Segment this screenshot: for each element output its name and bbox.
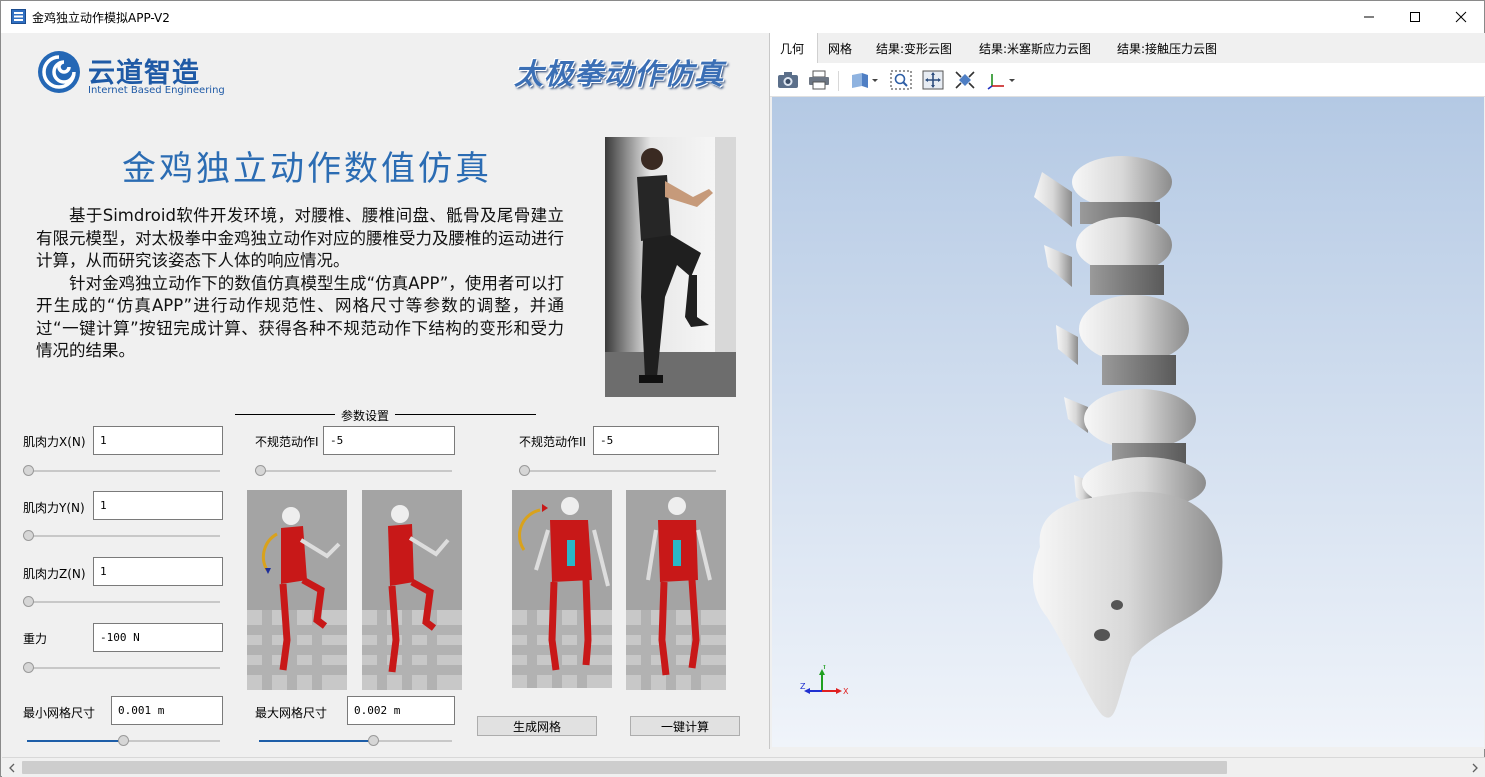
muscle-y-slider[interactable] <box>23 529 220 543</box>
params-section-title: 参数设置 <box>335 407 396 424</box>
slider-thumb[interactable] <box>368 735 379 746</box>
one-click-compute-button[interactable]: 一键计算 <box>630 716 740 736</box>
close-icon <box>1455 11 1467 23</box>
camera-icon[interactable] <box>775 68 801 92</box>
slider-thumb[interactable] <box>23 465 34 476</box>
description: 基于Simdroid软件开发环境，对腰椎、腰椎间盘、骶骨及尾骨建立有限元模型，对… <box>36 205 564 363</box>
axis-y-label: Y <box>821 665 827 671</box>
viewer-tabbar: 几何 网格 结果:变形云图 结果:米塞斯应力云图 结果:接触压力云图 <box>770 33 1485 63</box>
description-paragraph-1: 基于Simdroid软件开发环境，对腰椎、腰椎间盘、骶骨及尾骨建立有限元模型，对… <box>36 206 564 270</box>
axis-triad: Y X Z <box>800 665 849 696</box>
left-panel: 云道智造 Internet Based Engineering 太极拳动作仿真 … <box>2 33 769 757</box>
slider-thumb[interactable] <box>23 596 34 607</box>
slider-thumb[interactable] <box>519 465 530 476</box>
fit-icon[interactable] <box>952 68 978 92</box>
banner-title: 太极拳动作仿真 <box>514 57 725 91</box>
axes-icon[interactable] <box>985 68 1017 92</box>
irregular-action-1-field[interactable]: -5 <box>323 426 455 455</box>
irregular-action-2-field[interactable]: -5 <box>593 426 719 455</box>
viewer-toolbar <box>770 63 1485 97</box>
print-icon[interactable] <box>806 68 832 92</box>
zoom-box-icon[interactable] <box>888 68 914 92</box>
muscle-x-label: 肌肉力X(N) <box>23 435 86 449</box>
pan-icon[interactable] <box>920 68 946 92</box>
irregular-action-1-label: 不规范动作I <box>255 435 319 449</box>
slider-thumb[interactable] <box>118 735 129 746</box>
description-paragraph-2: 针对金鸡独立动作下的数值仿真模型生成“仿真APP”，使用者可以打开生成的“仿真A… <box>36 273 564 361</box>
skeleton-image-lateral-tilt <box>512 490 612 688</box>
3d-viewport[interactable]: Y X Z <box>772 97 1484 747</box>
logo-swirl-icon <box>38 51 80 93</box>
max-mesh-slider[interactable] <box>259 734 452 748</box>
muscle-x-slider[interactable] <box>23 464 220 478</box>
gravity-label: 重力 <box>23 632 48 646</box>
irregular-action-2-slider[interactable] <box>519 464 716 478</box>
gravity-field[interactable]: -100 N <box>93 623 223 652</box>
max-mesh-field[interactable]: 0.002 m <box>347 696 455 725</box>
window-title: 金鸡独立动作模拟APP-V2 <box>32 11 170 25</box>
tab-mesh[interactable]: 网格 <box>818 33 862 63</box>
horizontal-scrollbar[interactable] <box>2 757 1485 777</box>
max-mesh-label: 最大网格尺寸 <box>255 706 328 720</box>
irregular-action-2-label: 不规范动作II <box>519 435 587 449</box>
min-mesh-slider[interactable] <box>27 734 220 748</box>
view-cube-icon[interactable] <box>848 68 880 92</box>
slider-thumb[interactable] <box>23 662 34 673</box>
person-photo <box>605 137 736 397</box>
minimize-icon <box>1364 16 1374 18</box>
axis-z-label: Z <box>800 682 806 691</box>
maximize-button[interactable] <box>1392 1 1438 33</box>
axis-x-label: X <box>843 687 849 696</box>
muscle-x-field[interactable]: 1 <box>93 426 223 455</box>
muscle-y-label: 肌肉力Y(N) <box>23 501 85 515</box>
slider-thumb[interactable] <box>255 465 266 476</box>
tab-geometry[interactable]: 几何 <box>770 33 818 63</box>
skeleton-image-front <box>626 490 726 690</box>
gravity-slider[interactable] <box>23 661 220 675</box>
scrollbar-thumb[interactable] <box>22 761 1227 774</box>
tab-contact-pressure[interactable]: 结果:接触压力云图 <box>1107 33 1227 63</box>
close-button[interactable] <box>1438 1 1484 33</box>
logo-english-text: Internet Based Engineering <box>88 85 225 96</box>
muscle-y-field[interactable]: 1 <box>93 491 223 520</box>
app-window: 金鸡独立动作模拟APP-V2 云道智造 Internet Based Engin… <box>0 0 1485 777</box>
maximize-icon <box>1410 12 1420 22</box>
viewer-panel: 几何 网格 结果:变形云图 结果:米塞斯应力云图 结果:接触压力云图 Y X Z <box>769 33 1485 749</box>
irregular-action-1-slider[interactable] <box>255 464 452 478</box>
scroll-right-icon[interactable] <box>1471 763 1479 773</box>
tab-von-mises[interactable]: 结果:米塞斯应力云图 <box>969 33 1101 63</box>
skeleton-image-bent <box>247 490 347 690</box>
scroll-left-icon[interactable] <box>8 763 16 773</box>
skeleton-image-upright <box>362 490 462 690</box>
company-logo: 云道智造 Internet Based Engineering <box>36 45 226 101</box>
page-title: 金鸡独立动作数值仿真 <box>122 149 492 189</box>
title-bar: 金鸡独立动作模拟APP-V2 <box>1 1 1484 33</box>
slider-thumb[interactable] <box>23 530 34 541</box>
minimize-button[interactable] <box>1346 1 1392 33</box>
tab-deformation[interactable]: 结果:变形云图 <box>866 33 962 63</box>
generate-mesh-button[interactable]: 生成网格 <box>477 716 597 736</box>
min-mesh-label: 最小网格尺寸 <box>23 706 96 720</box>
min-mesh-field[interactable]: 0.001 m <box>111 696 223 725</box>
muscle-z-label: 肌肉力Z(N) <box>23 567 86 581</box>
muscle-z-field[interactable]: 1 <box>93 557 223 586</box>
app-icon <box>11 9 26 24</box>
spine-model <box>1032 156 1223 718</box>
muscle-z-slider[interactable] <box>23 595 220 609</box>
